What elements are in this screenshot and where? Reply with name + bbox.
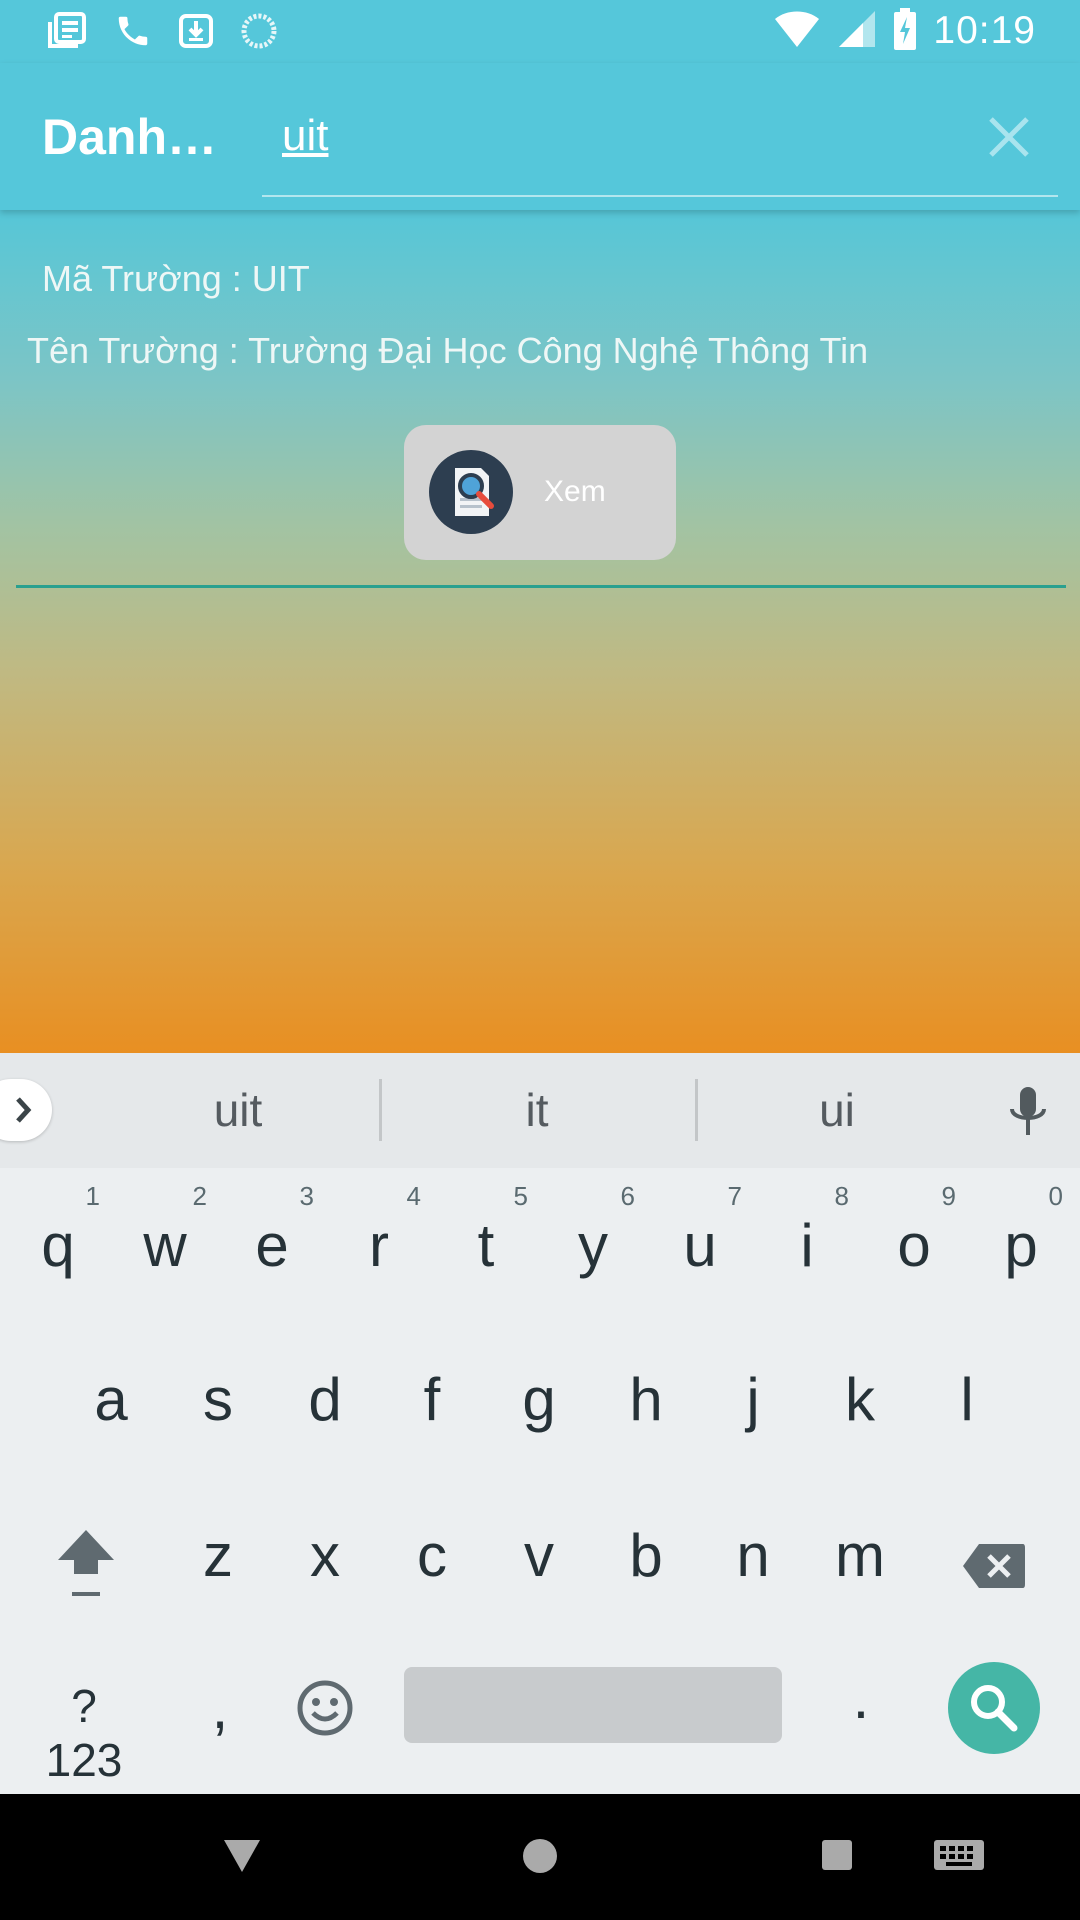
- key-number-hint: 3: [299, 1181, 314, 1211]
- suggestion-3[interactable]: ui: [737, 1083, 937, 1137]
- key-letter: r: [369, 1212, 389, 1279]
- key-w[interactable]: w2: [115, 1181, 215, 1280]
- suggestion-2[interactable]: it: [437, 1083, 637, 1137]
- expand-suggestions-button[interactable]: [0, 1079, 52, 1141]
- key-letter: p: [1004, 1212, 1038, 1279]
- suggestion-separator: [379, 1079, 382, 1141]
- key-v[interactable]: v: [489, 1521, 589, 1590]
- navigation-bar: [0, 1794, 1080, 1920]
- chevron-right-icon: [16, 1097, 32, 1123]
- recents-icon[interactable]: [820, 1838, 854, 1872]
- key-r[interactable]: r4: [329, 1181, 429, 1280]
- suggestion-strip: uit it ui: [0, 1053, 1080, 1168]
- key-number-hint: 2: [192, 1181, 207, 1211]
- key-letter: u: [683, 1212, 717, 1279]
- backspace-icon: [963, 1544, 1025, 1588]
- home-icon[interactable]: [520, 1836, 560, 1876]
- key-i[interactable]: i8: [757, 1181, 857, 1280]
- key-d[interactable]: d: [275, 1365, 375, 1434]
- suggestion-1[interactable]: uit: [138, 1083, 338, 1137]
- view-button-label: Xem: [544, 475, 606, 508]
- emoji-key[interactable]: [275, 1673, 375, 1753]
- key-e[interactable]: e3: [222, 1181, 322, 1280]
- key-letter: i: [800, 1212, 814, 1279]
- list-divider: [16, 585, 1066, 588]
- page-title: Danh…: [42, 109, 217, 165]
- search-submit-key[interactable]: [948, 1662, 1040, 1754]
- wifi-icon: [773, 9, 821, 53]
- school-name: Tên Trường : Trường Đại Học Công Nghệ Th…: [27, 330, 869, 371]
- key-number-hint: 8: [834, 1181, 849, 1211]
- key-number-hint: 0: [1048, 1181, 1063, 1211]
- space-key[interactable]: [404, 1667, 782, 1743]
- backspace-key[interactable]: [944, 1535, 1044, 1595]
- phone-icon: [114, 12, 152, 54]
- shift-key[interactable]: [36, 1524, 136, 1604]
- document-search-icon: [429, 450, 513, 534]
- key-m[interactable]: m: [810, 1521, 910, 1590]
- key-u[interactable]: u7: [650, 1181, 750, 1280]
- signal-icon: [837, 9, 877, 53]
- symbols-key[interactable]: ?123: [34, 1679, 134, 1787]
- news-icon: [48, 12, 88, 54]
- key-o[interactable]: o9: [864, 1181, 964, 1280]
- key-s[interactable]: s: [168, 1365, 268, 1434]
- key-number-hint: 4: [406, 1181, 421, 1211]
- key-g[interactable]: g: [489, 1365, 589, 1434]
- view-button[interactable]: Xem: [404, 425, 676, 560]
- status-bar: 10:19: [0, 0, 1080, 63]
- search-input[interactable]: uit: [282, 111, 328, 161]
- key-h[interactable]: h: [596, 1365, 696, 1434]
- key-l[interactable]: l: [917, 1365, 1017, 1434]
- key-letter: t: [477, 1212, 495, 1279]
- key-letter: e: [255, 1212, 289, 1279]
- key-letter: q: [41, 1212, 75, 1279]
- key-y[interactable]: y6: [543, 1181, 643, 1280]
- key-q[interactable]: q1: [8, 1181, 108, 1280]
- key-letter: w: [143, 1212, 187, 1279]
- key-letter: y: [578, 1212, 608, 1279]
- microphone-icon: [1010, 1087, 1046, 1135]
- key-f[interactable]: f: [382, 1365, 482, 1434]
- key-t[interactable]: t5: [436, 1181, 536, 1280]
- suggestion-separator: [695, 1079, 698, 1141]
- key-n[interactable]: n: [703, 1521, 803, 1590]
- status-time: 10:19: [933, 9, 1036, 52]
- key-b[interactable]: b: [596, 1521, 696, 1590]
- close-icon: [989, 117, 1029, 157]
- key-x[interactable]: x: [275, 1521, 375, 1590]
- key-c[interactable]: c: [382, 1521, 482, 1590]
- download-icon: [178, 13, 214, 53]
- key-number-hint: 1: [85, 1181, 100, 1211]
- period-key[interactable]: .: [811, 1663, 911, 1732]
- results-area: Mã Trường : UIT Tên Trường : Trường Đại …: [0, 210, 1080, 1053]
- key-number-hint: 5: [513, 1181, 528, 1211]
- key-a[interactable]: a: [61, 1365, 161, 1434]
- key-k[interactable]: k: [810, 1365, 910, 1434]
- search-input-underline: [262, 195, 1058, 197]
- school-code: Mã Trường : UIT: [42, 258, 310, 299]
- key-letter: o: [897, 1212, 931, 1279]
- app-toolbar: Danh… uit: [0, 63, 1080, 210]
- comma-key[interactable]: ,: [170, 1673, 270, 1742]
- keyboard-switch-icon[interactable]: [932, 1838, 986, 1876]
- key-j[interactable]: j: [703, 1365, 803, 1434]
- loading-icon: [240, 12, 278, 54]
- screen: 10:19 Danh… uit Mã Trường : UIT Tên Trườ…: [0, 0, 1080, 1920]
- key-p[interactable]: p0: [971, 1181, 1071, 1280]
- battery-charging-icon: [893, 8, 917, 54]
- key-number-hint: 7: [727, 1181, 742, 1211]
- back-icon[interactable]: [222, 1838, 262, 1874]
- voice-input-button[interactable]: [1004, 1085, 1052, 1141]
- soft-keyboard: uit it ui q1w2e3r4t5y6u7i8o9p0 asdfghjkl: [0, 1053, 1080, 1794]
- search-icon: [971, 1685, 1018, 1732]
- key-number-hint: 9: [941, 1181, 956, 1211]
- clear-search-button[interactable]: [985, 113, 1033, 161]
- key-z[interactable]: z: [168, 1521, 268, 1590]
- key-number-hint: 6: [620, 1181, 635, 1211]
- shift-icon: [58, 1530, 114, 1596]
- emoji-icon: [297, 1680, 353, 1736]
